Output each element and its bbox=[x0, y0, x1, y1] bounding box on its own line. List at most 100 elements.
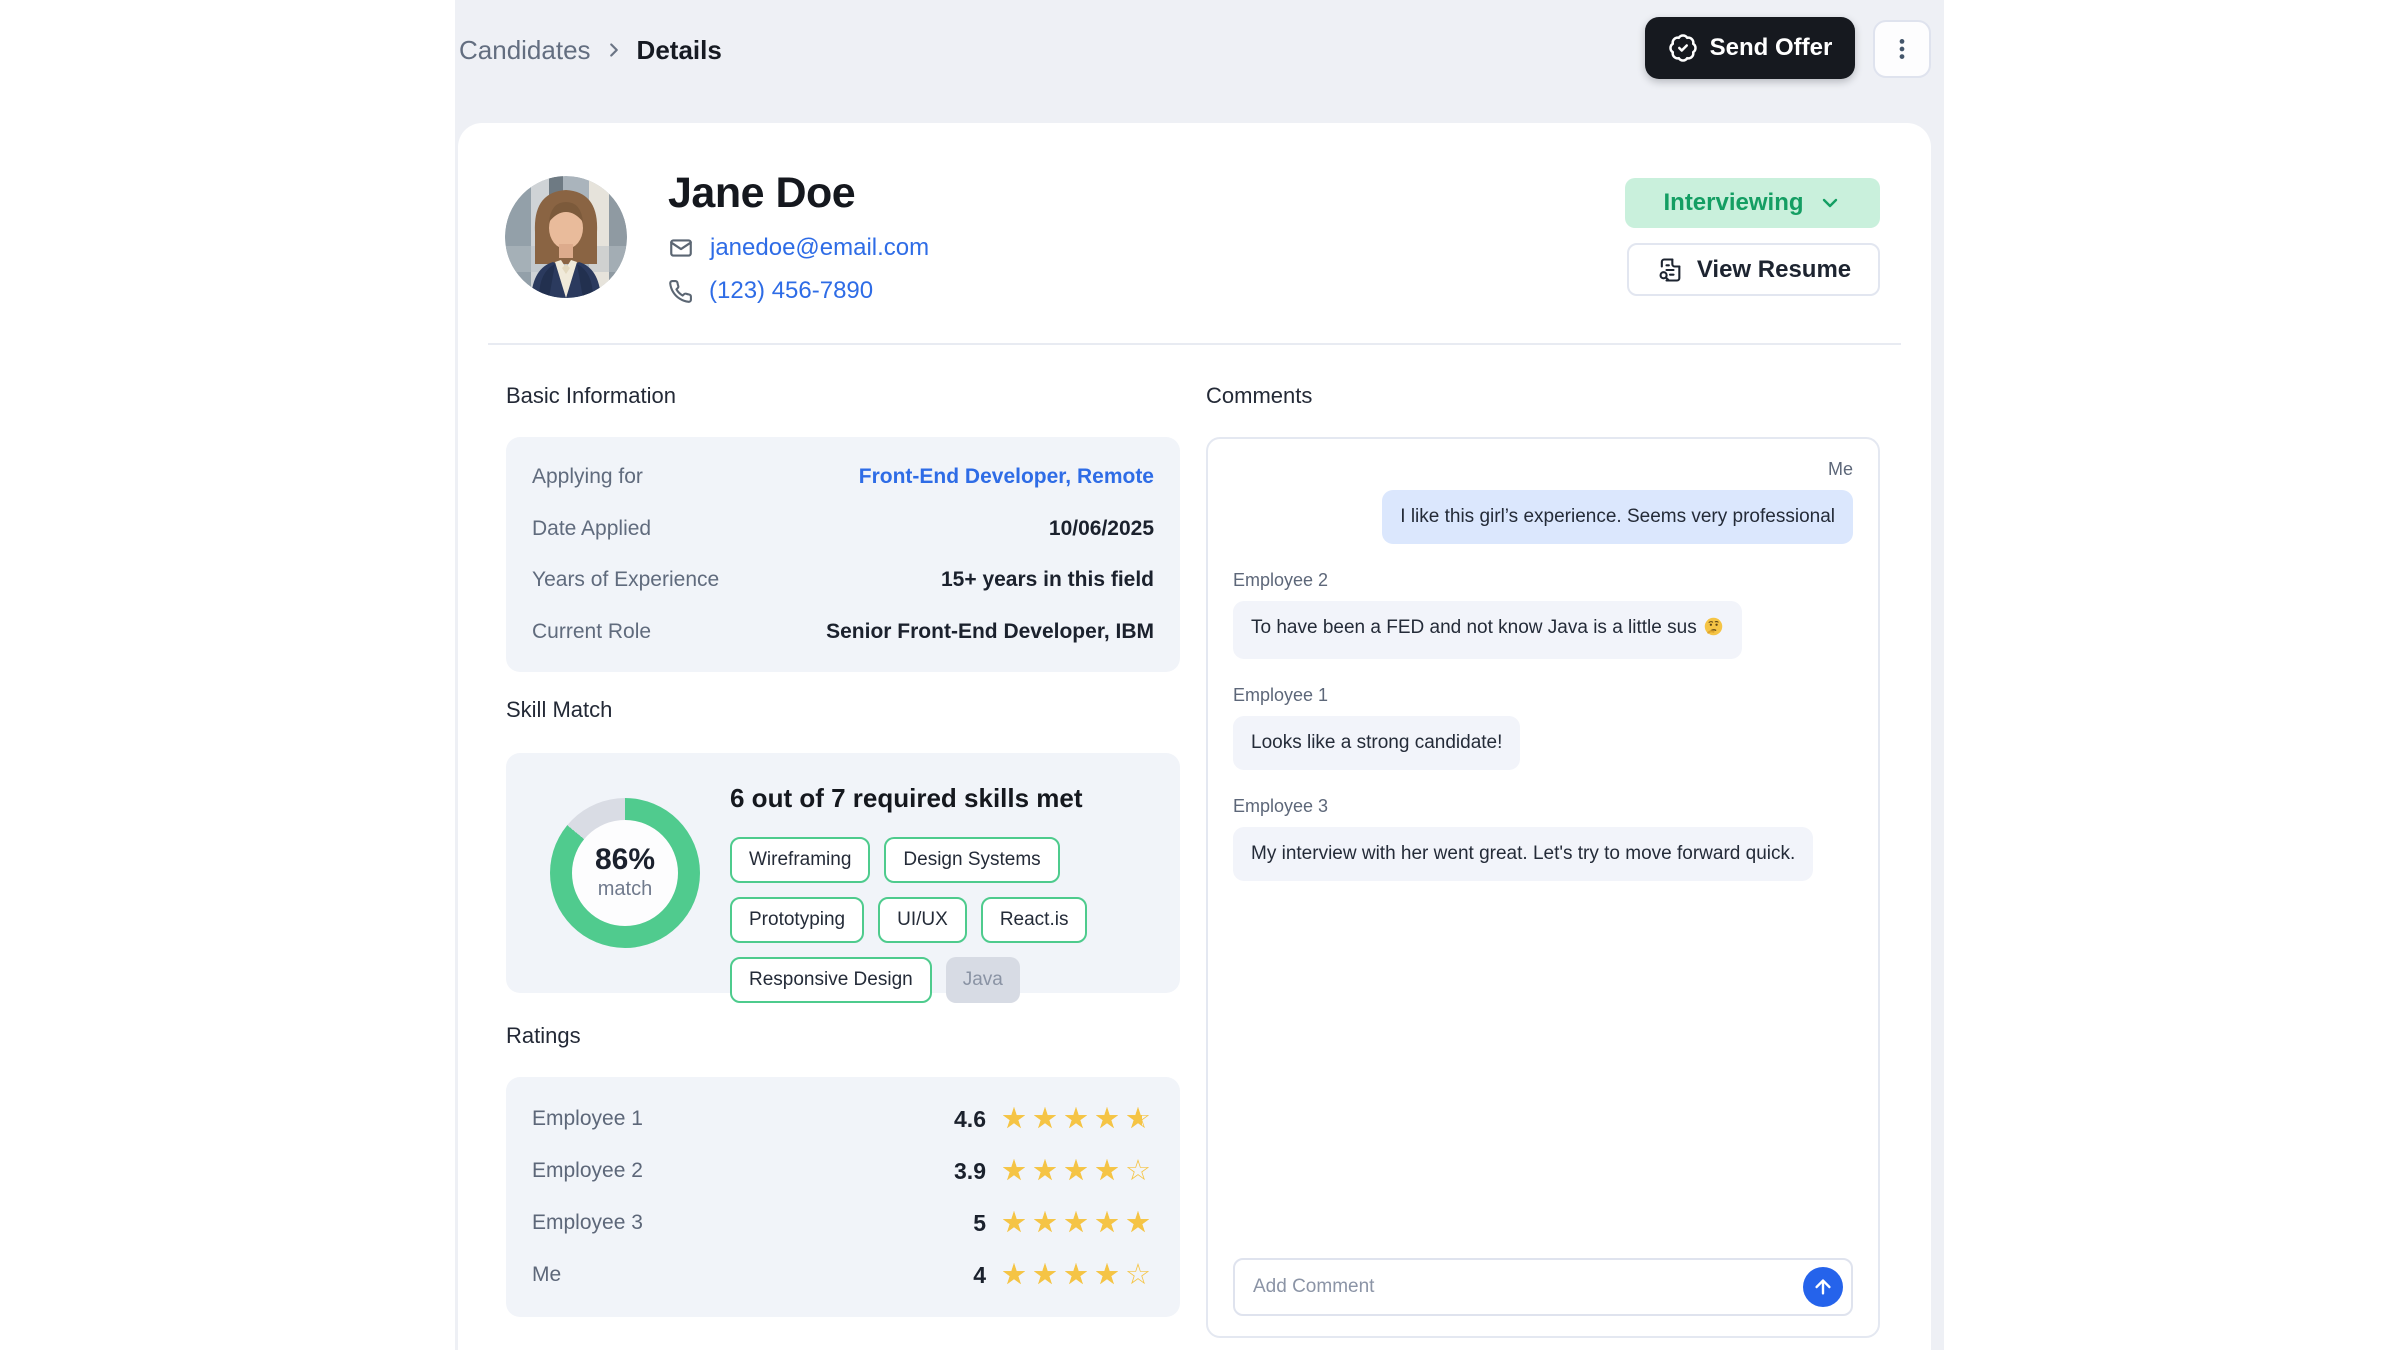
skill-chip: Design Systems bbox=[884, 837, 1059, 883]
add-comment-input[interactable] bbox=[1235, 1260, 1851, 1314]
star-icon: ☆★ bbox=[1094, 1102, 1123, 1136]
rating-stars[interactable]: ☆★☆★☆★☆★☆★ bbox=[1001, 1206, 1154, 1240]
star-fill: ★ bbox=[1063, 1102, 1092, 1136]
rating-value-group: 4 ☆★☆★☆★☆★☆★ bbox=[973, 1258, 1154, 1292]
rating-row: Employee 14.6☆★☆★☆★☆★☆★ bbox=[532, 1102, 1154, 1136]
email-row[interactable]: janedoe@email.com bbox=[668, 234, 929, 262]
star-fill: ★ bbox=[1063, 1206, 1092, 1240]
star-fill: ★ bbox=[1032, 1154, 1061, 1188]
status-label: Interviewing bbox=[1663, 189, 1803, 217]
star-icon: ☆★ bbox=[1125, 1206, 1154, 1240]
phone-icon bbox=[668, 279, 693, 304]
star-fill: ★ bbox=[1001, 1154, 1030, 1188]
star-outline: ☆ bbox=[1125, 1259, 1151, 1291]
breadcrumb-candidates[interactable]: Candidates bbox=[459, 35, 591, 66]
phone-link[interactable]: (123) 456-7890 bbox=[709, 277, 873, 305]
comment-item: Employee 2To have been a FED and not kno… bbox=[1233, 570, 1853, 659]
rating-row: Me 4 ☆★☆★☆★☆★☆★ bbox=[532, 1258, 1154, 1292]
candidate-details-page: Candidates Details Send Offer bbox=[0, 0, 2400, 1350]
status-dropdown[interactable]: Interviewing bbox=[1625, 178, 1880, 228]
add-comment-box bbox=[1233, 1258, 1853, 1316]
comment-author: Employee 3 bbox=[1233, 796, 1853, 817]
email-link[interactable]: janedoe@email.com bbox=[710, 234, 929, 262]
star-icon: ☆★ bbox=[1063, 1258, 1092, 1292]
star-fill: ★ bbox=[1094, 1154, 1120, 1188]
star-icon: ☆★ bbox=[1063, 1154, 1092, 1188]
arrow-up-icon bbox=[1812, 1276, 1834, 1298]
send-comment-button[interactable] bbox=[1803, 1267, 1843, 1307]
comment-bubble: To have been a FED and not know Java is … bbox=[1233, 601, 1742, 659]
rating-stars[interactable]: ☆★☆★☆★☆★☆★ bbox=[1001, 1258, 1154, 1292]
donut-center: 86% match bbox=[572, 820, 678, 926]
star-fill: ★ bbox=[1001, 1258, 1030, 1292]
rating-row: Employee 35☆★☆★☆★☆★☆★ bbox=[532, 1206, 1154, 1240]
info-row: Date Applied10/06/2025 bbox=[532, 517, 1154, 541]
rating-number: 4.6 bbox=[954, 1106, 986, 1133]
skill-chip: Wireframing bbox=[730, 837, 870, 883]
skill-match-donut: 86% match bbox=[550, 798, 700, 948]
rating-row: Employee 2 3.9 ☆★☆★☆★☆★☆★ bbox=[532, 1154, 1154, 1188]
rating-number: 5 bbox=[973, 1210, 986, 1237]
kebab-icon bbox=[1889, 36, 1915, 62]
view-resume-button[interactable]: View Resume bbox=[1627, 243, 1880, 296]
star-fill: ★ bbox=[1094, 1258, 1123, 1292]
comment-list: Me I like this girl’s experience. Seems v… bbox=[1233, 459, 1853, 881]
skills-met-headline: 6 out of 7 required skills met bbox=[730, 783, 1083, 814]
skill-chip: React.is bbox=[981, 897, 1088, 943]
star-fill: ★ bbox=[1032, 1102, 1061, 1136]
badge-check-icon bbox=[1668, 33, 1698, 63]
rating-value-group: 5☆★☆★☆★☆★☆★ bbox=[973, 1206, 1154, 1240]
rating-name: Employee 3 bbox=[532, 1211, 643, 1235]
thinking-face-emoji bbox=[1703, 616, 1724, 644]
comments-panel: Me I like this girl’s experience. Seems v… bbox=[1206, 437, 1880, 1338]
star-fill: ★ bbox=[1125, 1102, 1142, 1136]
file-search-icon bbox=[1656, 256, 1684, 284]
star-fill: ★ bbox=[1032, 1258, 1061, 1292]
skill-chip: Responsive Design bbox=[730, 957, 932, 1003]
skill-chip: UI/UX bbox=[878, 897, 967, 943]
comment-author: Employee 1 bbox=[1233, 685, 1853, 706]
info-label: Applying for bbox=[532, 465, 643, 489]
comment-bubble: I like this girl’s experience. Seems ver… bbox=[1382, 490, 1853, 544]
star-icon: ☆★ bbox=[1032, 1102, 1061, 1136]
info-label: Current Role bbox=[532, 620, 651, 644]
info-row: Applying for Front-End Developer, Remote bbox=[532, 465, 1154, 489]
skill-match-card: 86% match 6 out of 7 required skills met… bbox=[506, 753, 1180, 993]
star-icon: ☆★ bbox=[1063, 1206, 1092, 1240]
rating-name: Me bbox=[532, 1263, 561, 1287]
comment-bubble: Looks like a strong candidate! bbox=[1233, 716, 1520, 770]
send-offer-button[interactable]: Send Offer bbox=[1645, 17, 1855, 79]
star-fill: ★ bbox=[1094, 1206, 1123, 1240]
star-icon: ☆★ bbox=[1094, 1154, 1123, 1188]
star-fill: ★ bbox=[1063, 1154, 1092, 1188]
info-value: Senior Front-End Developer, IBM bbox=[826, 620, 1154, 644]
info-label: Date Applied bbox=[532, 517, 651, 541]
comment-author: Me bbox=[1233, 459, 1853, 480]
star-icon: ☆★ bbox=[1125, 1154, 1154, 1188]
info-value-link[interactable]: Front-End Developer, Remote bbox=[859, 465, 1154, 489]
rating-stars[interactable]: ☆★☆★☆★☆★☆★ bbox=[1001, 1102, 1154, 1136]
info-row: Current Role Senior Front-End Developer, … bbox=[532, 620, 1154, 644]
info-row: Years of Experience15+ years in this fie… bbox=[532, 568, 1154, 592]
comments-title: Comments bbox=[1206, 383, 1312, 409]
more-options-button[interactable] bbox=[1873, 20, 1931, 78]
comment-item: Employee 3My interview with her went gre… bbox=[1233, 796, 1853, 881]
skill-chip: Java bbox=[946, 957, 1020, 1003]
phone-row[interactable]: (123) 456-7890 bbox=[668, 277, 873, 305]
star-icon: ☆★ bbox=[1094, 1258, 1123, 1292]
ratings-title: Ratings bbox=[506, 1023, 581, 1049]
rating-number: 3.9 bbox=[954, 1158, 986, 1185]
rating-stars[interactable]: ☆★☆★☆★☆★☆★ bbox=[1001, 1154, 1154, 1188]
rating-number: 4 bbox=[973, 1262, 986, 1289]
info-label: Years of Experience bbox=[532, 568, 719, 592]
mail-icon bbox=[668, 235, 694, 261]
basic-information-card: Applying for Front-End Developer, Remote D… bbox=[506, 437, 1180, 672]
star-icon: ☆★ bbox=[1001, 1258, 1030, 1292]
star-icon: ☆★ bbox=[1001, 1102, 1030, 1136]
comment-item: Employee 1 Looks like a strong candidate! bbox=[1233, 685, 1853, 770]
star-fill: ★ bbox=[1125, 1206, 1154, 1240]
comment-item: Me I like this girl’s experience. Seems v… bbox=[1233, 459, 1853, 544]
skill-chip-list: WireframingDesign SystemsPrototypingUI/U… bbox=[730, 837, 1175, 1003]
view-resume-label: View Resume bbox=[1697, 256, 1851, 284]
rating-name: Employee 2 bbox=[532, 1159, 643, 1183]
